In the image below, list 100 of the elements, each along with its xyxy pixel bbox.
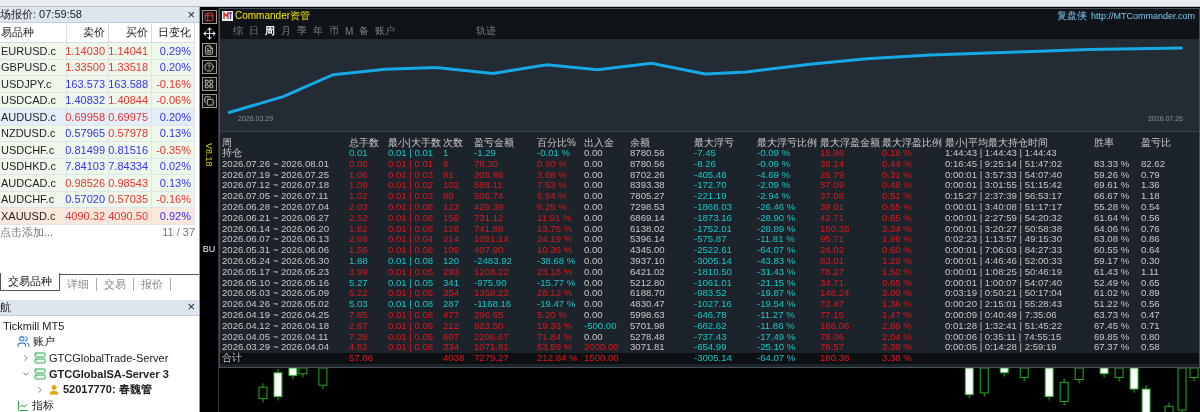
table-cell-text: 429.39	[474, 202, 505, 213]
tree-item[interactable]: GTCGlobalTrade-Server	[49, 351, 169, 364]
table-cell-text: 28.12 %	[537, 288, 574, 300]
table-cell-text: -15.77 %	[537, 277, 577, 289]
tree-item[interactable]: 指标	[32, 398, 54, 412]
period-tab[interactable]: 季	[294, 24, 310, 38]
table-cell-text: 4038	[443, 353, 466, 364]
table-cell-text: 6.94 %	[537, 191, 568, 202]
table-cell-text: 334	[443, 342, 460, 354]
table-cell-text: 23.18 %	[537, 266, 574, 278]
symbol-cell[interactable]: EURUSD.c	[0, 43, 67, 60]
table-cell-text: 0.01 | 0.08	[388, 245, 435, 256]
table-cell-text: -19.47 %	[537, 299, 577, 310]
site-link[interactable]: http://MTCommander.com	[1090, 11, 1195, 21]
table-cell-text: 0.01 | 0.02	[388, 180, 435, 192]
table-cell-text: 63.73 %	[1094, 309, 1131, 321]
add-symbol-link[interactable]: 点击添加...	[0, 224, 54, 240]
column-header[interactable]: 易品种	[0, 23, 67, 43]
table-cell-text: 61.64 %	[1094, 212, 1131, 224]
table-cell-text: 5396.14	[630, 234, 666, 246]
table-cell-text: 2206.67	[474, 331, 510, 343]
table-cell-text: -19.87 %	[757, 288, 797, 300]
table-cell-text: 0.00	[584, 169, 604, 181]
table-cell-text: 0.00	[584, 180, 604, 192]
panel-tab[interactable]: 交易品种	[0, 272, 60, 291]
table-cell-text: -662.62	[694, 320, 728, 332]
period-tab[interactable]: 备	[356, 24, 373, 38]
price-cell: 0.98526	[67, 175, 109, 192]
period-tab[interactable]: 年	[310, 24, 326, 38]
table-cell-text: 8393.38	[630, 180, 666, 192]
table-cell-text: 0:01:28 | 1:32:41 | 51:45:22	[945, 320, 1063, 332]
table-cell-text: -2.09 %	[757, 180, 792, 192]
table-cell-text: 0.79	[1141, 169, 1161, 181]
table-cell-text: 77.15	[820, 309, 845, 321]
table-cell-text: 6869.14	[630, 212, 666, 224]
table-cell-text: -1168.16	[474, 299, 513, 310]
table-cell-text: 214	[443, 234, 460, 246]
table-cell-text: 5701.98	[630, 320, 666, 332]
period-tab[interactable]: 月	[278, 24, 294, 38]
price-cell: 0.69975	[109, 109, 152, 126]
table-cell-text: 0.86	[1141, 234, 1161, 246]
table-cell-text: 0:00:01 | 3:20:27 | 50:58:38	[945, 223, 1063, 235]
column-header: 最小|平均最大持仓时间	[945, 137, 1049, 148]
close-button[interactable]: ×	[187, 301, 195, 313]
table-cell-text: 0:00:01 | 3:01:55 | 51:15:42	[945, 180, 1063, 192]
period-tab[interactable]: 日	[246, 24, 262, 38]
tree-item[interactable]: GTCGlobalSA-Server 3	[49, 367, 169, 380]
table-cell-text: 0.01 | 0.02	[388, 191, 435, 202]
table-cell-text: 2.03	[349, 202, 369, 213]
table-cell-text: 7.85	[349, 309, 369, 321]
tree-item[interactable]: 52017770: 春魏管	[63, 382, 152, 397]
price-cell: 1.14030	[67, 43, 109, 60]
column-header[interactable]: 日变化	[152, 23, 195, 43]
period-tab[interactable]: M	[342, 25, 357, 37]
table-cell-text: -0.09 %	[757, 148, 791, 159]
table-cell-text: 90	[443, 191, 455, 202]
table-cell-text: -646.78	[694, 309, 728, 321]
table-cell-text: 1.36 %	[882, 299, 913, 310]
column-header: 最大浮亏	[694, 137, 735, 148]
table-cell-text: 0.00	[584, 277, 604, 289]
table-cell-text: 0.58	[1141, 342, 1161, 354]
price-cell: 163.588	[109, 76, 152, 93]
period-tab[interactable]: 账户	[372, 24, 399, 38]
table-cell-text: 0.76	[1141, 223, 1161, 235]
table-cell-text: 83.01	[820, 255, 845, 267]
tree-item[interactable]: 账户	[33, 334, 55, 349]
table-cell-text: 19.33 %	[537, 320, 574, 332]
table-cell-text: 0.89	[1141, 288, 1161, 300]
table-cell-text: 0:00:01 | 3:57:33 | 54:07:40	[945, 169, 1063, 181]
period-tab[interactable]: 轨迹	[473, 24, 500, 38]
table-cell-text: -1027.16	[694, 299, 733, 310]
table-cell-text: 2.52	[349, 212, 369, 224]
table-cell-text: 4.82	[349, 342, 369, 354]
change-cell: 0.29%	[152, 43, 195, 60]
table-cell-text: 731.12	[474, 212, 505, 224]
table-cell-text: 0.65 %	[882, 277, 913, 289]
table-cell-text: 60.55 %	[1094, 245, 1131, 256]
period-tab[interactable]: 币	[326, 24, 342, 38]
table-cell-text: 0.01 | 0.05	[388, 277, 435, 289]
table-cell-text: 506.74	[474, 191, 505, 202]
table-cell-text: 2026.07.12 ~ 2026.07.18	[222, 180, 330, 192]
price-cell: 4090.32	[67, 208, 109, 225]
table-cell-text: 0.00	[584, 331, 604, 343]
table-cell-text: 128	[443, 223, 460, 235]
table-cell-text: 0.00	[584, 191, 604, 202]
table-cell-text: 0:00:01 | 1:08:25 | 50:46:19	[945, 266, 1063, 278]
price-cell: 163.573	[67, 76, 109, 93]
period-tab[interactable]: 综	[230, 24, 246, 38]
tree-item[interactable]: Tickmill MT5	[3, 319, 65, 332]
column-header[interactable]: 卖价	[67, 23, 109, 43]
column-header[interactable]: 买价	[109, 23, 152, 43]
table-cell-text: 39.01	[820, 202, 845, 213]
table-cell-text: 2026.07.19 ~ 2026.07.25	[222, 169, 330, 181]
symbol-cell[interactable]: USDJPY.c	[0, 76, 67, 93]
table-cell-text: 1.09	[349, 180, 369, 192]
table-cell-text: 0.01 | 0.08	[388, 309, 435, 321]
table-cell-text: 13.75 %	[537, 223, 574, 235]
change-cell: -0.35%	[152, 142, 195, 159]
close-button[interactable]: ×	[187, 8, 195, 21]
period-tab[interactable]: 周	[262, 24, 278, 38]
